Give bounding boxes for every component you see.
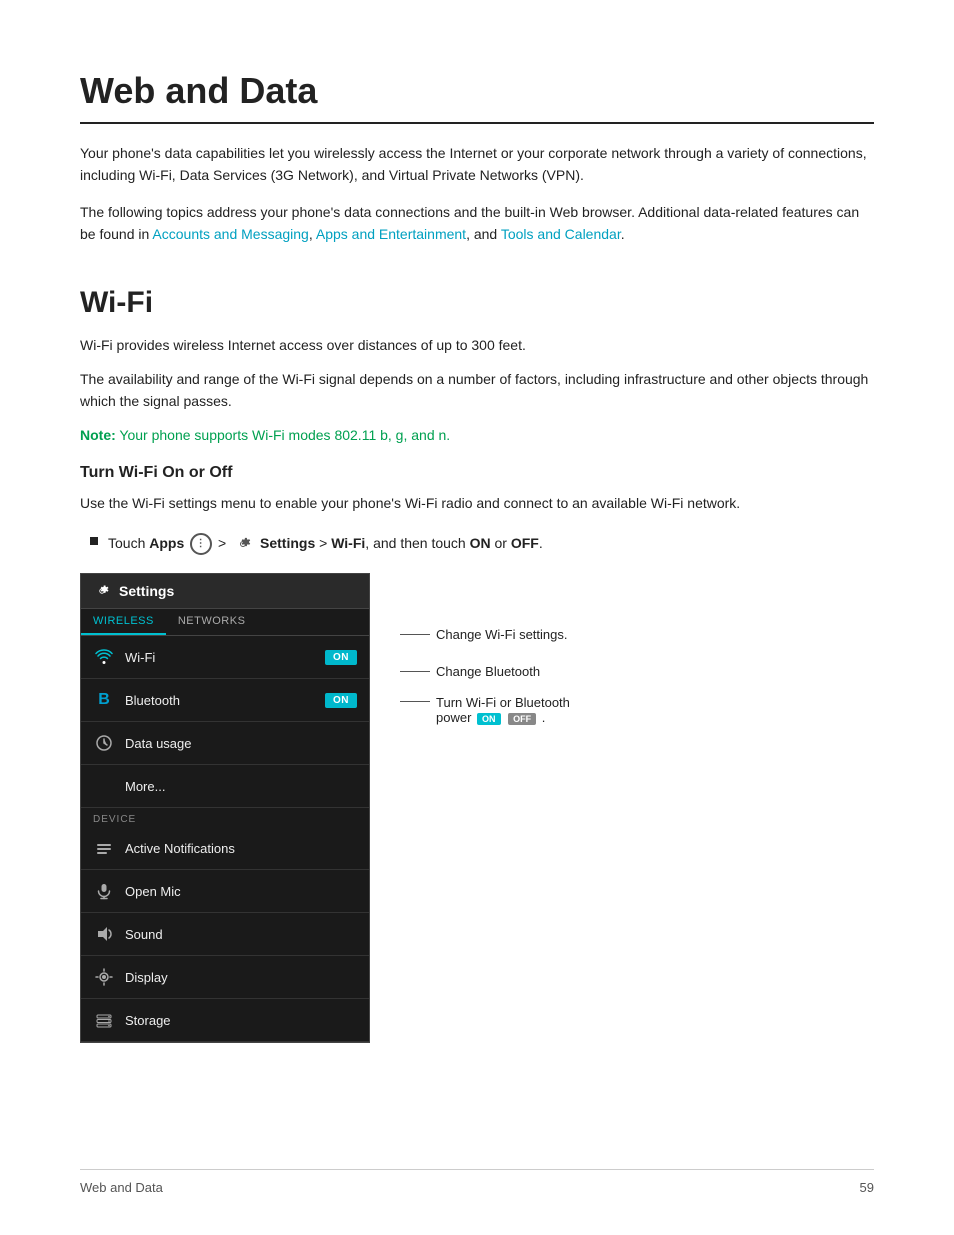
annotation-3: Turn Wi-Fi or Bluetooth power ON OFF .: [400, 695, 570, 725]
screenshot-mic-row[interactable]: Open Mic: [81, 870, 369, 913]
screenshot-device-label: DEVICE: [81, 808, 369, 827]
ann3-badge-off: OFF: [508, 713, 536, 725]
notifications-row-icon: [93, 837, 115, 859]
phone-screenshot: Settings WIRELESS NETWORKS Wi-Fi ON B: [80, 573, 370, 1043]
screenshot-mic-label: Open Mic: [125, 884, 357, 899]
wifi-instruction: Use the Wi-Fi settings menu to enable yo…: [80, 492, 874, 514]
screenshot-bluetooth-row[interactable]: B Bluetooth ON: [81, 679, 369, 722]
wifi-toggle-on[interactable]: ON: [325, 650, 357, 665]
wifi-bullet: Touch Apps ⋮ > Settings > Wi-Fi, and the…: [90, 532, 874, 555]
annotation-1: Change Wi-Fi settings.: [400, 627, 570, 642]
footer-left-text: Web and Data: [80, 1180, 163, 1195]
screenshot-bluetooth-label: Bluetooth: [125, 693, 315, 708]
ann1-text: Change Wi-Fi settings.: [436, 627, 568, 642]
display-row-icon: [93, 966, 115, 988]
screenshot-data-row[interactable]: Data usage: [81, 722, 369, 765]
screenshot-section: Settings WIRELESS NETWORKS Wi-Fi ON B: [80, 573, 874, 1043]
data-row-icon: [93, 732, 115, 754]
page-footer: Web and Data 59: [80, 1169, 874, 1195]
wifi-row-icon: [93, 646, 115, 668]
more-row-icon: [93, 775, 115, 797]
wifi-note: Note: Your phone supports Wi-Fi modes 80…: [80, 425, 874, 446]
wifi-para1: Wi-Fi provides wireless Internet access …: [80, 334, 874, 356]
screenshot-settings-title: Settings: [119, 583, 174, 599]
wifi-para2: The availability and range of the Wi-Fi …: [80, 368, 874, 413]
footer-page-number: 59: [860, 1180, 874, 1195]
screenshot-notifications-label: Active Notifications: [125, 841, 357, 856]
intro-para2: The following topics address your phone'…: [80, 201, 874, 246]
ann3-line2: power ON OFF .: [436, 710, 570, 725]
link-accounts-messaging[interactable]: Accounts and Messaging: [152, 226, 308, 242]
screenshot-sound-row[interactable]: Sound: [81, 913, 369, 956]
screenshot-data-label: Data usage: [125, 736, 357, 751]
screenshot-more-row[interactable]: More...: [81, 765, 369, 808]
title-divider: [80, 122, 874, 124]
turn-wifi-subtitle: Turn Wi-Fi On or Off: [80, 464, 874, 482]
apps-icon: ⋮: [190, 533, 212, 555]
screenshot-notifications-row[interactable]: Active Notifications: [81, 827, 369, 870]
tab-wireless[interactable]: WIRELESS: [81, 609, 166, 635]
screenshot-wifi-label: Wi-Fi: [125, 650, 315, 665]
annotation-2: Change Bluetooth: [400, 664, 570, 679]
screenshot-storage-label: Storage: [125, 1013, 357, 1028]
annotations-area: Change Wi-Fi settings. Change Bluetooth …: [400, 573, 570, 725]
screenshot-settings-gear-icon: [93, 582, 111, 600]
settings-icon-inline: [232, 533, 254, 555]
link-apps-entertainment[interactable]: Apps and Entertainment: [316, 226, 466, 242]
ann3-line1: Turn Wi-Fi or Bluetooth: [436, 695, 570, 710]
bullet-content: Touch Apps ⋮ > Settings > Wi-Fi, and the…: [108, 532, 543, 555]
bluetooth-row-icon: B: [93, 689, 115, 711]
bluetooth-icon: B: [98, 691, 110, 709]
ann2-connector: [400, 671, 430, 672]
screenshot-display-label: Display: [125, 970, 357, 985]
ann3-content: Turn Wi-Fi or Bluetooth power ON OFF .: [436, 695, 570, 725]
link-tools-calendar[interactable]: Tools and Calendar: [501, 226, 621, 242]
bluetooth-toggle-on[interactable]: ON: [325, 693, 357, 708]
intro-para1: Your phone's data capabilities let you w…: [80, 142, 874, 187]
screenshot-header: Settings: [81, 574, 369, 609]
screenshot-wifi-row[interactable]: Wi-Fi ON: [81, 636, 369, 679]
screenshot-sound-label: Sound: [125, 927, 357, 942]
screenshot-more-label: More...: [125, 779, 357, 794]
ann1-connector: [400, 634, 430, 635]
tab-networks[interactable]: NETWORKS: [166, 609, 258, 635]
sound-row-icon: [93, 923, 115, 945]
ann3-connector: [400, 701, 430, 702]
screenshot-tabs: WIRELESS NETWORKS: [81, 609, 369, 636]
mic-row-icon: [93, 880, 115, 902]
ann3-badge-on: ON: [477, 713, 501, 725]
wifi-section-title: Wi-Fi: [80, 286, 874, 320]
screenshot-display-row[interactable]: Display: [81, 956, 369, 999]
ann2-text: Change Bluetooth: [436, 664, 540, 679]
page-title: Web and Data: [80, 70, 874, 112]
storage-row-icon: [93, 1009, 115, 1031]
bullet-marker: [90, 537, 98, 545]
screenshot-storage-row[interactable]: Storage: [81, 999, 369, 1042]
